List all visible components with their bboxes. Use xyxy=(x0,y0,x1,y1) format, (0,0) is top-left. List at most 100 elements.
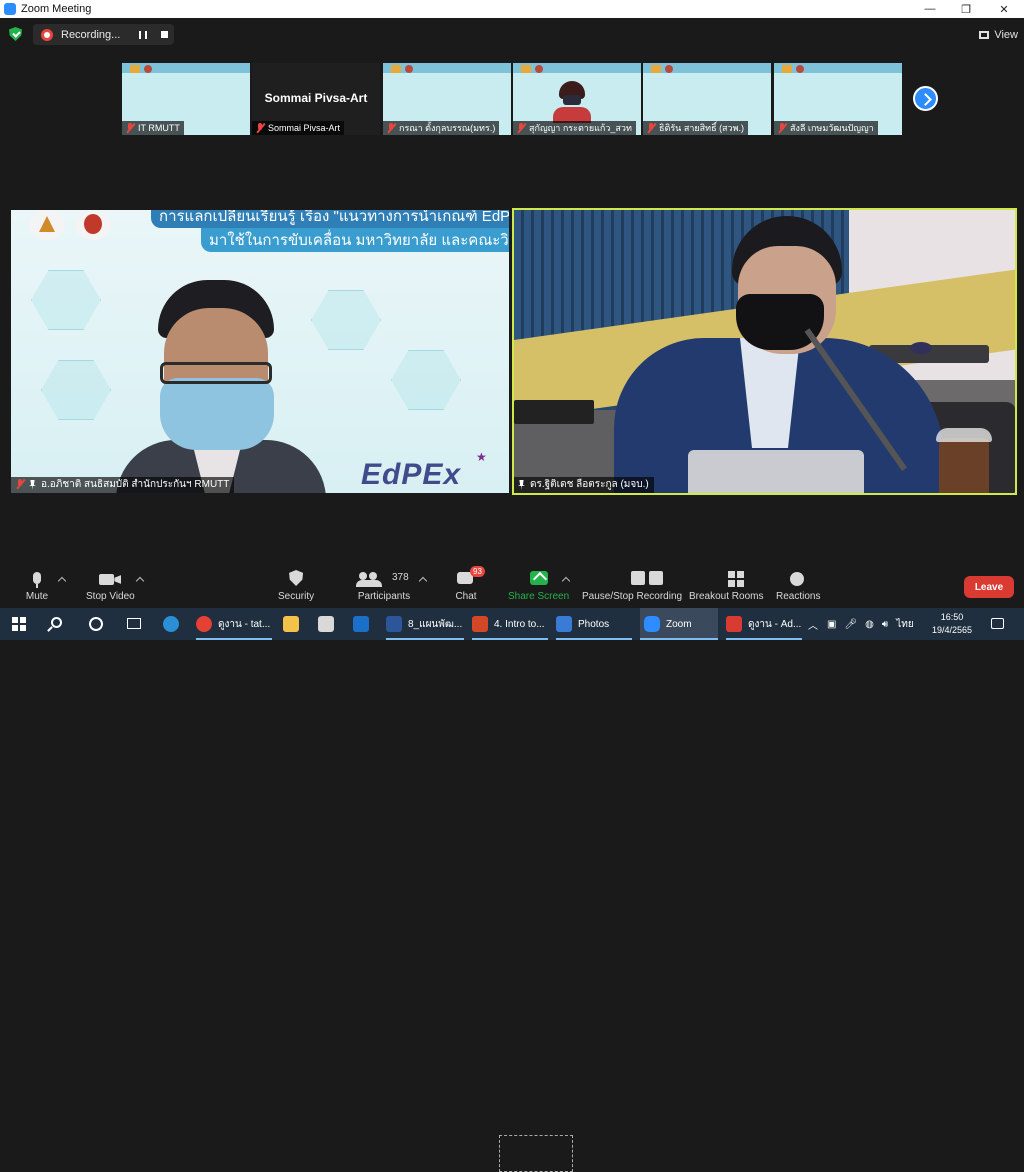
participant-name: Sommai Pivsa-Art xyxy=(268,123,341,133)
participant-thumbnail[interactable]: สุกัญญา กระตายแก้ว_สวท xyxy=(513,63,641,135)
mic-muted-icon xyxy=(646,123,656,133)
slide-title-line1: การแลกเปลี่ยนเรียนรู้ เรื่อง "แนวทางการน… xyxy=(159,210,509,225)
mic-muted-icon xyxy=(255,123,265,133)
task-view-icon[interactable] xyxy=(127,618,141,629)
taskbar-clock[interactable]: 16:50 19/4/2565 xyxy=(930,611,974,637)
edge-browser-pinned[interactable] xyxy=(163,608,185,640)
participant-thumbnail[interactable]: ธิติรัน สายสิทธิ์ (สวพ.) xyxy=(643,63,771,135)
tile-name-label: ดร.ฐิติเดช ลือตระกูล (มจบ.) xyxy=(514,477,654,493)
video-tile-active-speaker[interactable]: ดร.ฐิติเดช ลือตระกูล (มจบ.) xyxy=(512,208,1017,495)
microphone-tray-icon[interactable]: 🎤︎ xyxy=(844,619,857,630)
maximize-button[interactable]: ❐ xyxy=(948,0,984,18)
reactions-label: Reactions xyxy=(776,591,821,602)
network-globe-icon[interactable]: ◍ xyxy=(865,619,874,630)
breakout-rooms-label: Breakout Rooms xyxy=(689,591,764,602)
powerpoint-icon xyxy=(472,616,488,632)
window-title: Zoom Meeting xyxy=(21,3,92,15)
encryption-shield-icon[interactable] xyxy=(9,27,22,41)
video-camera-icon xyxy=(95,570,125,588)
mute-button[interactable]: Mute xyxy=(22,570,52,606)
meeting-toolbar: Mute Stop Video Security 378 Participant… xyxy=(0,566,1024,1172)
security-button[interactable]: Security xyxy=(278,570,314,606)
taskbar-app-label: Zoom xyxy=(666,618,692,630)
search-icon[interactable] xyxy=(51,617,62,628)
taskbar-app[interactable]: ดูงาน - tat... xyxy=(196,608,272,640)
mute-label: Mute xyxy=(25,591,49,602)
mic-muted-icon xyxy=(777,123,787,133)
window-title-bar: Zoom Meeting — ❐ ✕ xyxy=(0,0,1024,18)
participant-thumbnail[interactable]: IT RMUTT xyxy=(122,63,250,135)
microphone-icon xyxy=(22,570,52,588)
pause-stop-recording-button[interactable]: Pause/Stop Recording xyxy=(582,570,682,606)
file-explorer-pinned[interactable] xyxy=(283,608,305,640)
word-icon xyxy=(386,616,402,632)
input-language[interactable]: ไทย xyxy=(896,617,913,632)
notification-center-icon[interactable] xyxy=(991,618,1004,629)
taskbar-app[interactable]: 4. Intro to... xyxy=(472,608,548,640)
minimize-button[interactable]: — xyxy=(912,0,948,18)
taskbar-app[interactable]: 8_แผนพัฒ... xyxy=(386,608,464,640)
participant-name: ธิติรัน สายสิทธิ์ (สวพ.) xyxy=(659,123,745,133)
folder-icon xyxy=(283,616,299,632)
clock-time: 16:50 xyxy=(940,612,964,622)
zoom-app-icon xyxy=(4,3,16,15)
participant-name: ดร.ฐิติเดช ลือตระกูล (มจบ.) xyxy=(530,479,649,490)
share-screen-button[interactable]: Share Screen xyxy=(508,570,569,606)
taskbar-app[interactable]: Photos xyxy=(556,608,632,640)
reactions-button[interactable]: Reactions xyxy=(776,570,820,606)
stop-video-label: Stop Video xyxy=(86,591,135,602)
taskbar-app-active[interactable]: Zoom xyxy=(640,608,718,640)
participant-thumbnail[interactable]: Sommai Pivsa-Art Sommai Pivsa-Art xyxy=(252,63,380,135)
windows-start-icon[interactable] xyxy=(12,617,26,631)
store-pinned[interactable] xyxy=(318,608,340,640)
audio-options-chevron-icon[interactable] xyxy=(57,576,67,586)
acrobat-icon xyxy=(726,616,742,632)
stop-video-button[interactable]: Stop Video xyxy=(86,570,135,606)
leave-meeting-button[interactable]: Leave xyxy=(964,576,1014,598)
cloud-recording-icon xyxy=(41,28,53,41)
participants-count: 378 xyxy=(392,572,409,583)
show-hidden-icons-chevron-icon[interactable]: ︿ xyxy=(808,617,818,632)
participants-options-chevron-icon[interactable] xyxy=(418,576,428,586)
meet-now-icon[interactable]: ▣ xyxy=(827,619,836,630)
recording-indicator: Recording... xyxy=(33,24,174,45)
chat-unread-badge: 93 xyxy=(470,566,485,577)
cortana-circle-icon[interactable] xyxy=(89,617,103,631)
mail-pinned[interactable] xyxy=(353,608,375,640)
mic-muted-icon xyxy=(125,123,135,133)
video-tile-left[interactable]: การแลกเปลี่ยนเรียนรู้ เรื่อง "แนวทางการน… xyxy=(11,210,509,493)
star-icon: ★ xyxy=(476,450,487,464)
clock-date: 19/4/2565 xyxy=(931,625,973,635)
taskbar-app-label: 8_แผนพัฒ... xyxy=(408,618,463,630)
system-tray: ︿ ▣ 🎤︎ ◍ 🔊︎ ไทย xyxy=(808,608,914,640)
participants-icon: 378 xyxy=(356,570,412,588)
pause-recording-icon[interactable] xyxy=(139,31,147,39)
participant-display-name: Sommai Pivsa-Art xyxy=(264,91,368,105)
share-screen-arrow-icon xyxy=(524,570,554,588)
participants-label: Participants xyxy=(357,591,411,602)
recording-label: Recording... xyxy=(61,28,121,41)
participant-video xyxy=(553,81,591,123)
chat-label: Chat xyxy=(455,591,477,602)
participant-thumbnail[interactable]: สังลี เกษมวัฒนปัญญา xyxy=(774,63,902,135)
view-button[interactable]: View xyxy=(979,26,1018,44)
breakout-rooms-button[interactable]: Breakout Rooms xyxy=(689,570,763,606)
mic-muted-icon xyxy=(516,123,526,133)
close-window-button[interactable]: ✕ xyxy=(986,0,1022,18)
participant-thumbnail[interactable]: กรณา ตั้งกุลบรรณ(มทร.) xyxy=(383,63,511,135)
taskbar-app[interactable]: ดูงาน - Ad... xyxy=(726,608,802,640)
chat-button[interactable]: 93 Chat xyxy=(451,566,485,606)
photos-icon xyxy=(556,616,572,632)
view-label: View xyxy=(994,29,1018,41)
next-page-arrow-icon[interactable] xyxy=(913,86,938,111)
security-shield-icon xyxy=(281,570,311,588)
mic-muted-icon xyxy=(15,479,26,490)
store-bag-icon xyxy=(318,616,334,632)
chat-bubble-icon: 93 xyxy=(451,566,485,588)
view-grid-icon xyxy=(979,31,990,39)
participants-button[interactable]: 378 Participants xyxy=(356,570,412,606)
volume-icon[interactable]: 🔊︎ xyxy=(882,619,888,630)
mic-muted-icon xyxy=(386,123,396,133)
stop-recording-icon[interactable] xyxy=(161,31,168,38)
video-options-chevron-icon[interactable] xyxy=(135,576,145,586)
